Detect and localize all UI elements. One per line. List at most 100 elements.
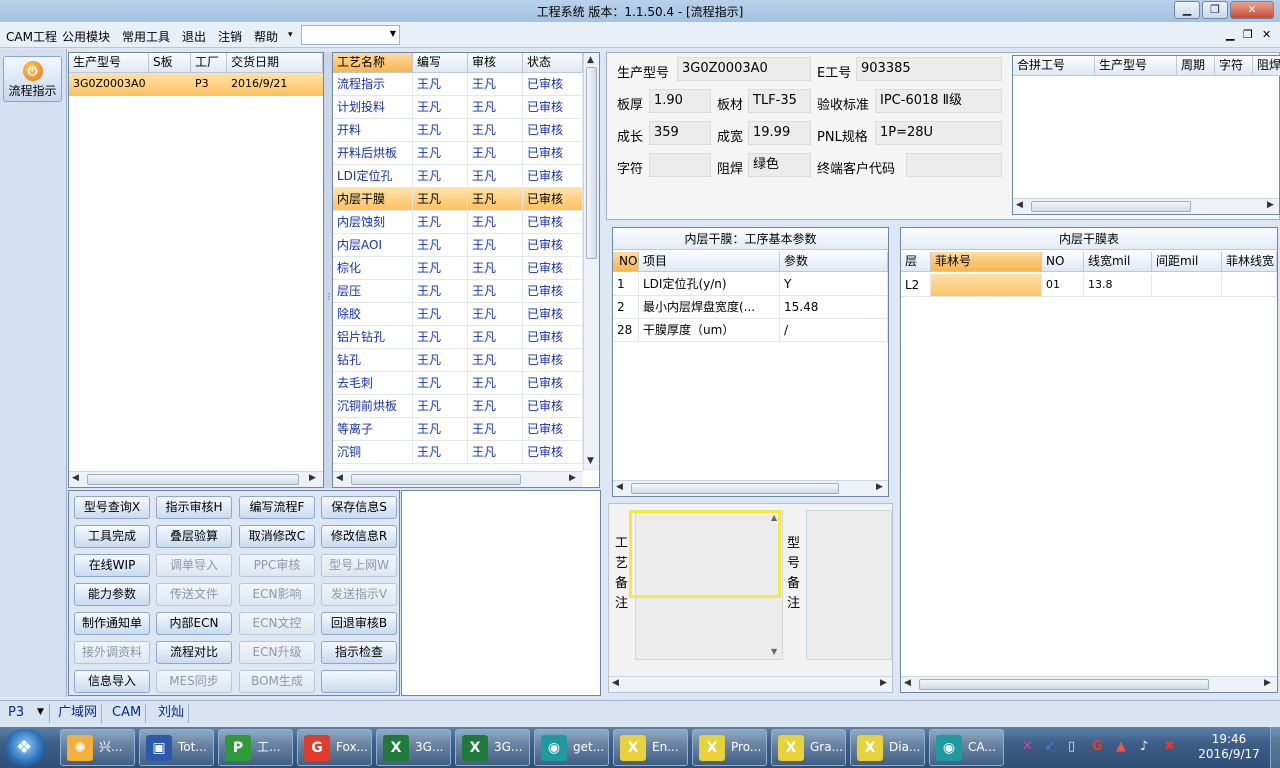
col-header-no[interactable]: NO [613,252,639,272]
menu-exit[interactable]: 退出 [182,28,206,45]
scroll-left-icon[interactable]: ◀ [904,678,911,688]
table-row[interactable]: 28 干膜厚度（um） / [613,319,888,342]
scroll-right-icon[interactable]: ▶ [1264,678,1271,688]
col-header-s[interactable]: S板 [149,53,191,73]
col-header-status[interactable]: 状态 [523,53,583,73]
customer-code-field[interactable] [906,153,1002,177]
col-header-film-no[interactable]: NO [1042,252,1084,272]
table-row[interactable]: 钻孔 王凡 王凡 已审核 [333,349,583,372]
scroll-left-icon[interactable]: ◀ [612,678,619,688]
merge-grid-hscroll[interactable]: ◀ ▶ [1013,198,1279,214]
action-button-9[interactable]: 在线WIP [74,554,150,577]
thickness-field[interactable]: 1.90 [649,89,711,113]
action-button-10[interactable]: 调单导入 [156,554,232,577]
length-field[interactable]: 359 [649,121,711,145]
action-button-2[interactable]: 指示审核H [156,496,232,519]
start-button[interactable]: ❖ [5,729,45,766]
scroll-thumb[interactable] [631,483,839,494]
tray-bird-icon[interactable]: ➶ [1044,739,1055,754]
action-button-24[interactable]: 指示检查 [321,641,397,664]
table-row[interactable]: 层压 王凡 王凡 已审核 [333,280,583,303]
table-row[interactable]: 开料后烘板 王凡 王凡 已审核 [333,142,583,165]
table-row[interactable]: 除胶 王凡 王凡 已审核 [333,303,583,326]
material-field[interactable]: TLF-35 [748,89,811,113]
action-button-15[interactable]: ECN影响 [239,583,315,606]
col-header-char[interactable]: 字符 [1215,56,1253,76]
action-button-7[interactable]: 取消修改C [239,525,315,548]
tray-foxmail-icon[interactable]: G [1092,739,1103,754]
maximize-button[interactable]: ❐ [1202,1,1228,19]
scroll-right-icon[interactable]: ▶ [880,678,887,688]
scroll-thumb[interactable] [1031,201,1191,212]
chevron-down-icon[interactable]: ▾ [288,30,293,40]
close-button[interactable]: ✕ [1230,1,1274,19]
action-button-14[interactable]: 传送文件 [156,583,232,606]
col-header-film-number[interactable]: 菲林号 [931,252,1042,272]
show-desktop-button[interactable] [1270,727,1280,768]
char-field[interactable] [649,153,711,177]
action-button-16[interactable]: 发送指示V [321,583,397,606]
params-hscroll[interactable]: ◀ ▶ [613,480,888,496]
action-button-26[interactable]: MES同步 [156,670,232,693]
minimize-button[interactable]: ▁ [1174,1,1200,19]
table-row[interactable]: 沉铜 王凡 王凡 已审核 [333,441,583,464]
vertical-splitter[interactable]: ⋮ [324,52,333,488]
scroll-right-icon[interactable]: ▶ [876,482,883,492]
taskbar-item[interactable]: X En... [613,729,688,766]
cell-film-number[interactable] [931,274,1042,297]
mdi-minimize-icon[interactable]: ▁ [1226,28,1234,41]
col-header-merge-number[interactable]: 合拼工号 [1013,56,1095,76]
taskbar-item[interactable]: X Pro... [692,729,767,766]
taskbar-item[interactable]: P 工... [218,729,293,766]
action-button-19[interactable]: ECN文控 [239,612,315,635]
scroll-left-icon[interactable]: ◀ [336,473,343,483]
col-header-item[interactable]: 项目 [639,252,780,272]
table-row[interactable]: 等离子 王凡 王凡 已审核 [333,418,583,441]
col-header-model[interactable]: 生产型号 [69,53,149,73]
tray-flag-icon[interactable]: ▲ [1116,739,1126,754]
clock[interactable]: 19:46 2016/9/17 [1190,732,1268,762]
width-field[interactable]: 19.99 [748,121,811,145]
pnl-field[interactable]: 1P=28U [875,121,1002,145]
col-header-mask[interactable]: 阻焊 [1253,56,1280,76]
table-row[interactable]: 流程指示 王凡 王凡 已审核 [333,73,583,96]
table-row[interactable]: 内层蚀刻 王凡 王凡 已审核 [333,211,583,234]
action-button-25[interactable]: 信息导入 [74,670,150,693]
tray-device-icon[interactable]: ▯ [1068,739,1075,754]
model-list-hscroll[interactable]: ◀ ▶ [69,471,323,487]
col-header-merge-model[interactable]: 生产型号 [1095,56,1177,76]
taskbar-item[interactable]: X Gra... [771,729,846,766]
col-header-reviewer[interactable]: 审核 [468,53,523,73]
model-notes-textarea[interactable] [806,510,892,660]
menu-cam[interactable]: CAM工程 [6,28,57,45]
table-row[interactable]: 去毛刺 王凡 王凡 已审核 [333,372,583,395]
col-header-spacing[interactable]: 间距mil [1152,252,1222,272]
table-row[interactable]: 沉铜前烘板 王凡 王凡 已审核 [333,395,583,418]
col-header-process-name[interactable]: 工艺名称 [333,53,413,73]
action-button-22[interactable]: 流程对比 [156,641,232,664]
scroll-right-icon[interactable]: ▶ [1267,200,1274,210]
action-button-27[interactable]: BOM生成 [239,670,315,693]
scroll-left-icon[interactable]: ◀ [72,473,79,483]
table-row[interactable]: 计划投料 王凡 王凡 已审核 [333,96,583,119]
model-field[interactable]: 3G0Z0003A0 [677,57,811,81]
volume-icon[interactable]: ♪ [1140,739,1148,754]
taskbar-item[interactable]: ▣ Tot... [139,729,214,766]
table-row[interactable]: 棕化 王凡 王凡 已审核 [333,257,583,280]
col-header-factory[interactable]: 工厂 [191,53,227,73]
action-button-6[interactable]: 叠层验算 [156,525,232,548]
table-row[interactable]: 内层干膜 王凡 王凡 已审核 [333,188,583,211]
col-header-delivery-date[interactable]: 交货日期 [227,53,323,73]
col-header-film-line-width[interactable]: 菲林线宽 [1222,252,1277,272]
table-row[interactable]: 铝片钻孔 王凡 王凡 已审核 [333,326,583,349]
scroll-thumb[interactable] [351,474,521,485]
table-row[interactable]: 1 LDI定位孔(y/n) Y [613,273,888,296]
e-number-field[interactable]: 903385 [856,57,1002,81]
menu-tools[interactable]: 常用工具 [122,28,170,45]
taskbar-item[interactable]: X Dia... [850,729,925,766]
table-row[interactable]: LDI定位孔 王凡 王凡 已审核 [333,165,583,188]
menu-logout[interactable]: 注销 [218,28,242,45]
scroll-right-icon[interactable]: ▶ [569,473,576,483]
col-header-cycle[interactable]: 周期 [1177,56,1215,76]
nav-process-instruction-button[interactable]: ⏻ 流程指示 [3,56,62,102]
